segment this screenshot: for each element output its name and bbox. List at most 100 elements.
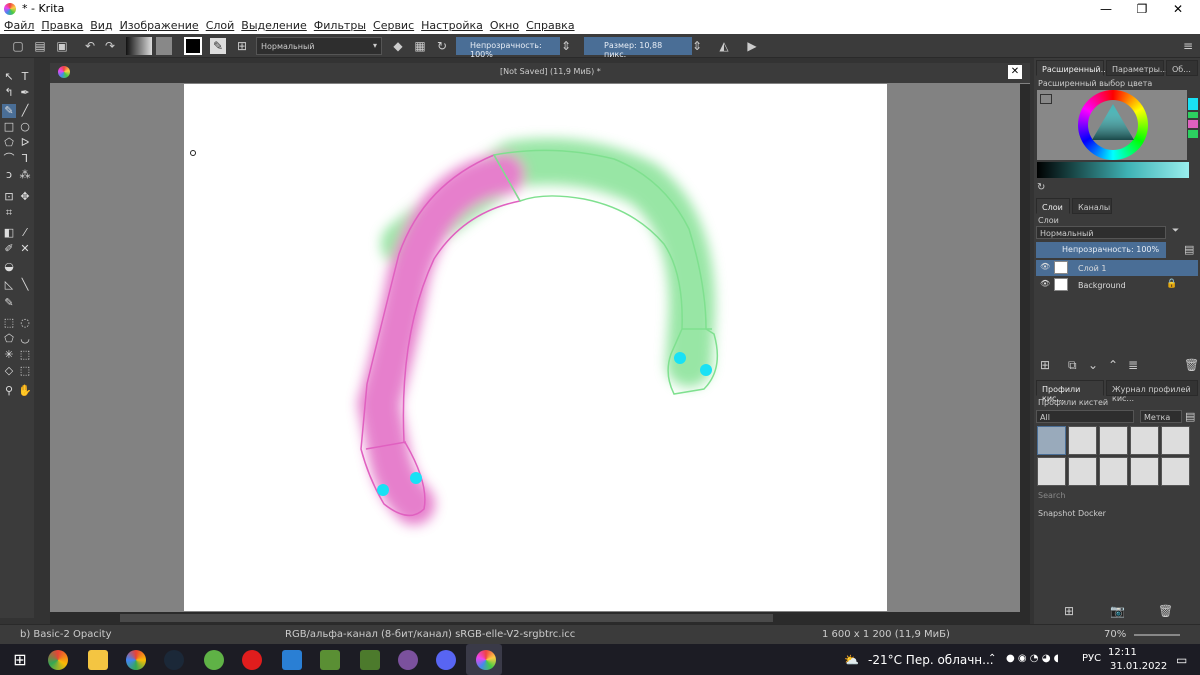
undo-icon[interactable]: ↶ — [82, 38, 98, 54]
menu-help[interactable]: Справка — [522, 18, 577, 32]
brush-preset-tile[interactable] — [1130, 426, 1159, 455]
select-shapes-icon[interactable]: ↖ — [2, 70, 16, 84]
gradient-selector[interactable] — [126, 37, 152, 55]
zoom-slider[interactable] — [1134, 634, 1180, 636]
opacity-stepper[interactable]: ⇕ — [561, 38, 571, 54]
tray-chevron-icon[interactable]: ⌃ — [988, 653, 996, 664]
windows-start-icon[interactable]: ⊞ — [10, 650, 30, 670]
utorrent-icon[interactable] — [204, 650, 224, 670]
drawing-canvas[interactable] — [184, 84, 887, 611]
menu-view[interactable]: Вид — [86, 18, 115, 32]
layer-name[interactable]: Background — [1078, 281, 1126, 290]
reference-tool-icon[interactable]: ✎ — [2, 296, 16, 310]
reload-preset-icon[interactable]: ↻ — [434, 38, 450, 54]
menu-filters[interactable]: Фильтры — [310, 18, 369, 32]
size-stepper[interactable]: ⇕ — [692, 38, 702, 54]
text-tool-icon[interactable]: T — [18, 70, 32, 84]
duplicate-layer-icon[interactable]: ⧉ — [1068, 358, 1077, 373]
menu-edit[interactable]: Правка — [37, 18, 86, 32]
magnetic-select-icon[interactable]: ⬚ — [18, 364, 32, 378]
minimize-button[interactable]: — — [1088, 0, 1124, 18]
layer-row[interactable]: 👁 Background 🔒 — [1036, 277, 1198, 293]
tab-brush-history[interactable]: Журнал профилей кис... — [1106, 380, 1198, 403]
bezier-select-icon[interactable]: ◇ — [2, 364, 16, 378]
tray-apps-icon[interactable]: ● ◉ ◔ ◕ ◖ — [1006, 653, 1059, 664]
color-swatch-pink[interactable] — [1188, 120, 1198, 128]
add-snapshot-icon[interactable]: ⊞ — [1064, 604, 1074, 618]
brush-preset-tile[interactable] — [1161, 457, 1190, 486]
document-tab-title[interactable]: [Not Saved] (11,9 МиБ) * — [500, 67, 601, 76]
color-value-slider[interactable] — [1037, 162, 1189, 178]
fill-tool-icon[interactable]: ◒ — [2, 260, 16, 274]
move-tool-icon[interactable]: ✥ — [18, 190, 32, 204]
close-button[interactable]: ✕ — [1160, 0, 1196, 18]
delete-snapshot-icon[interactable]: 🗑 — [1158, 604, 1173, 618]
brush-preset-tile[interactable] — [1037, 457, 1066, 486]
viber-icon[interactable] — [398, 650, 418, 670]
ellipse-tool-icon[interactable]: ○ — [18, 120, 32, 134]
color-triangle[interactable] — [1090, 102, 1136, 142]
line-tool-icon[interactable]: ╱ — [18, 104, 32, 118]
brush-search-input[interactable]: Search — [1038, 491, 1065, 500]
eraser-icon[interactable]: ◆ — [390, 38, 406, 54]
move-layer-up-icon[interactable]: ⌃ — [1108, 358, 1118, 372]
measure-tool-icon[interactable]: ◺ — [2, 278, 16, 292]
chrome-icon[interactable] — [48, 650, 68, 670]
refresh-icon[interactable]: ↻ — [1037, 182, 1047, 193]
bezier-tool-icon[interactable]: ⌒ — [2, 152, 16, 166]
horizontal-scroll-thumb[interactable] — [120, 614, 773, 622]
brush-filter-select[interactable]: All — [1036, 410, 1134, 423]
steam-icon[interactable] — [164, 650, 184, 670]
rectangle-tool-icon[interactable]: □ — [2, 120, 16, 134]
transform-tool-icon[interactable]: ⊡ — [2, 190, 16, 204]
save-icon[interactable]: ▣ — [54, 38, 70, 54]
brush-preset-tile[interactable] — [1099, 457, 1128, 486]
new-document-icon[interactable]: ▢ — [10, 38, 26, 54]
calligraphy-icon[interactable]: ✒ — [18, 86, 32, 100]
blend-mode-select[interactable]: Нормальный ▾ — [256, 37, 382, 55]
freehand-select-icon[interactable]: ◡ — [18, 332, 32, 346]
ruler-tool-icon[interactable]: ╲ — [18, 278, 32, 292]
brush-presets-icon[interactable]: ✎ — [210, 38, 226, 54]
color-picker-icon[interactable]: ⁄ — [18, 226, 32, 240]
delete-layer-icon[interactable]: 🗑 — [1184, 358, 1199, 372]
brush-preset-tile[interactable] — [1068, 426, 1097, 455]
menu-image[interactable]: Изображение — [116, 18, 202, 32]
polygon-select-icon[interactable]: ⬠ — [2, 332, 16, 346]
maximize-button[interactable]: ❐ — [1124, 0, 1160, 18]
selector-settings-icon[interactable] — [1040, 94, 1052, 104]
layer-filter-icon[interactable]: ⏷ — [1172, 226, 1179, 236]
gradient-tool-icon[interactable]: ◧ — [2, 226, 16, 240]
layer-options-icon[interactable]: ≣ — [1128, 358, 1138, 372]
vertical-scrollbar[interactable] — [1020, 84, 1030, 612]
weather-icon[interactable]: ⛅ — [844, 653, 859, 667]
brush-preset-tile[interactable] — [1068, 457, 1097, 486]
brush-preset-tile[interactable] — [1161, 426, 1190, 455]
layer-properties-icon[interactable]: ▤ — [1184, 243, 1194, 256]
menu-select[interactable]: Выделение — [237, 18, 310, 32]
contiguous-select-icon[interactable]: ✳ — [2, 348, 16, 362]
ellipse-select-icon[interactable]: ◌ — [18, 316, 32, 330]
open-document-icon[interactable]: ▤ — [32, 38, 48, 54]
color-swatch-green[interactable] — [1188, 112, 1198, 118]
menu-settings[interactable]: Настройка — [417, 18, 486, 32]
color-swatch-cyan[interactable] — [1188, 98, 1198, 110]
preserve-alpha-icon[interactable]: ▦ — [412, 38, 428, 54]
opacity-slider[interactable]: Непрозрачность: 100% — [456, 37, 560, 59]
smart-patch-icon[interactable]: ✐ — [2, 242, 16, 256]
tab-tool-options[interactable]: Параметры... — [1106, 60, 1168, 76]
tab-advanced-color[interactable]: Расширенный... — [1036, 60, 1108, 76]
pan-tool-icon[interactable]: ✋ — [18, 384, 32, 398]
size-slider[interactable]: Размер: 10,88 пикс. — [584, 37, 692, 59]
hamburger-menu-icon[interactable]: ≡ — [1180, 38, 1196, 54]
minecraft-icon[interactable] — [320, 650, 340, 670]
opera-icon[interactable] — [242, 650, 262, 670]
polygon-tool-icon[interactable]: ⬠ — [2, 136, 16, 150]
brush-preset-tile[interactable] — [1037, 426, 1066, 455]
tab-channels[interactable]: Каналы — [1072, 198, 1112, 214]
mirror-vertical-icon[interactable]: ▶ — [744, 38, 760, 54]
assistant-icon[interactable]: ✕ — [18, 242, 32, 256]
weather-label[interactable]: -21°C Пер. облачн... — [868, 653, 994, 667]
language-indicator[interactable]: РУС — [1082, 653, 1101, 664]
dynamic-brush-icon[interactable]: ↄ — [2, 168, 16, 182]
